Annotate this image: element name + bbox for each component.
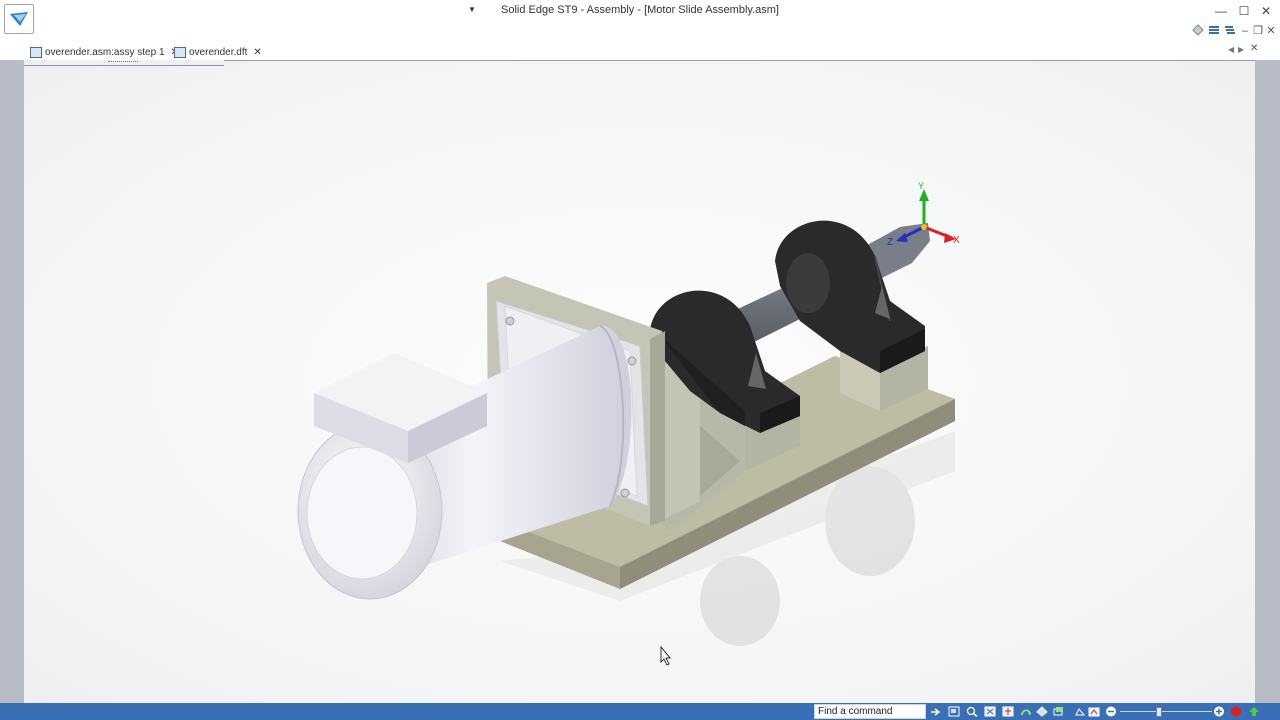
maximize-button[interactable]: ☐ xyxy=(1236,4,1252,18)
doc-minimize-button[interactable]: – xyxy=(1238,24,1252,38)
zoom-out-icon[interactable] xyxy=(1105,706,1117,717)
triad-x-label: X xyxy=(953,235,960,246)
tab-scroll-left-icon[interactable]: ◀ xyxy=(1228,45,1234,54)
close-button[interactable]: ✕ xyxy=(1258,4,1274,18)
cascade-windows-icon[interactable] xyxy=(1224,24,1236,36)
zoom-slider-track[interactable] xyxy=(1120,711,1212,712)
doc-restore-button[interactable]: ❐ xyxy=(1251,24,1265,38)
assembly-doc-icon xyxy=(30,46,42,58)
tab-label: overender.asm:assy step 1 xyxy=(45,46,165,58)
tab-draft[interactable]: overender.dft ✕ xyxy=(174,44,262,60)
graphics-window-frame: Y X Z xyxy=(0,60,1280,703)
minimize-button[interactable]: — xyxy=(1213,4,1229,18)
tab-scroll-right-icon[interactable]: ▶ xyxy=(1238,45,1244,54)
zoom-area-icon[interactable] xyxy=(948,706,960,717)
view-orient-icon[interactable] xyxy=(1052,706,1064,717)
sculpt-icon[interactable] xyxy=(1088,706,1100,717)
mouse-cursor xyxy=(660,645,671,666)
tile-windows-icon[interactable] xyxy=(1208,24,1220,36)
tab-label: overender.dft xyxy=(189,46,248,58)
sketch-view-icon[interactable] xyxy=(1074,706,1086,717)
pan-icon[interactable] xyxy=(1002,706,1014,717)
graphics-viewport[interactable]: Y X Z xyxy=(24,60,1255,703)
doc-close-button[interactable]: ✕ xyxy=(1264,24,1278,38)
arrow-right-icon[interactable] xyxy=(930,706,942,717)
assembly-model[interactable]: Y X Z xyxy=(24,61,1255,704)
solid-edge-window: ▼ Solid Edge ST9 - Assembly - [Motor Sli… xyxy=(0,0,1280,720)
status-bar: Find a command xyxy=(0,703,1280,720)
tab-close-icon[interactable]: ✕ xyxy=(253,47,261,58)
triad-y-label: Y xyxy=(918,181,924,191)
tab-assembly[interactable]: overender.asm:assy step 1 ✕ xyxy=(30,44,179,60)
document-tabs: overender.asm:assy step 1 ✕ overender.df… xyxy=(0,42,1280,60)
triad-z-label: Z xyxy=(887,237,893,248)
fit-icon[interactable] xyxy=(984,706,996,717)
window-title: Solid Edge ST9 - Assembly - [Motor Slide… xyxy=(501,4,779,16)
tab-close-all-icon[interactable]: ✕ xyxy=(1250,43,1258,54)
pane-grip[interactable] xyxy=(108,61,138,64)
spin-icon[interactable] xyxy=(1036,706,1048,717)
zoom-icon[interactable] xyxy=(966,706,978,717)
find-command-input[interactable]: Find a command xyxy=(814,704,926,719)
rotate-icon[interactable] xyxy=(1020,706,1032,717)
up-arrow-icon[interactable] xyxy=(1248,706,1260,717)
zoom-in-icon[interactable] xyxy=(1213,706,1225,717)
draft-doc-icon xyxy=(174,46,186,58)
help-diamond-icon[interactable] xyxy=(1192,24,1204,36)
pathfinder-collapsed-pane[interactable] xyxy=(24,60,224,66)
zoom-slider-thumb[interactable] xyxy=(1156,707,1162,717)
title-bar: ▼ Solid Edge ST9 - Assembly - [Motor Sli… xyxy=(0,0,1280,42)
stop-record-icon[interactable] xyxy=(1230,706,1242,717)
